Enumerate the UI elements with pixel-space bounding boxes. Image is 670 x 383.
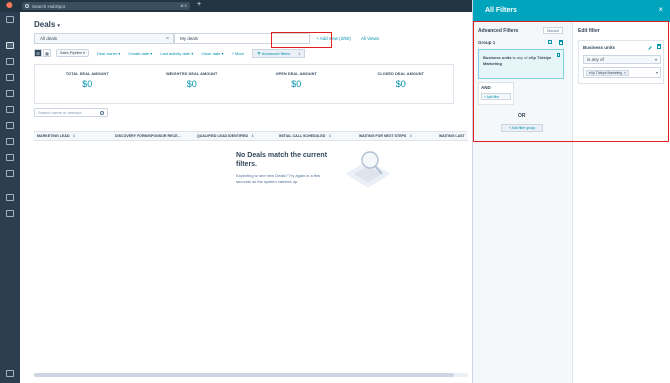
sort-icon[interactable]: ⇕ [73,134,76,138]
add-tab-icon[interactable]: + [197,1,201,8]
column-header[interactable]: WAITING FOR NEXT STEPS ⇕ [356,134,436,138]
search-placeholder: Search HubSpot [32,3,66,9]
board-view-icon[interactable]: ▦ [43,49,51,57]
data-icon[interactable] [6,138,14,145]
column-header[interactable]: DISCOVERY FORM/SPONSOR RECE... [112,134,194,138]
sort-icon[interactable]: ⇕ [409,134,412,138]
table-header: MARKETING LEAD ⇕ DISCOVERY FORM/SPONSOR R… [34,131,468,141]
search-icon [100,110,104,115]
sort-icon[interactable]: ⇕ [251,134,254,138]
sort-icon[interactable]: ⇕ [328,134,331,138]
bookmark-icon[interactable] [6,16,14,23]
more-filters-button[interactable]: + More [231,51,244,56]
main-content: Deals ▾ All deals × My deals + Add view (… [20,12,472,383]
close-icon[interactable]: × [658,5,663,14]
create-date-filter[interactable]: Create date ▾ [128,51,152,56]
all-views-link[interactable]: All Views [361,33,379,44]
summary-open: OPEN DEAL AMOUNT $0 [275,72,317,89]
panel-title: All Filters [485,7,517,14]
pipeline-select[interactable]: Sales Pipeline ▾ [56,49,89,57]
filter-count-badge: 1 [298,50,301,56]
summary-closed: CLOSED DEAL AMOUNT $0 [377,72,425,89]
scrollbar-thumb[interactable] [34,373,454,377]
expand-icon[interactable] [6,370,14,377]
column-header[interactable]: INITIAL CALL SCHEDULED ⇕ [276,134,356,138]
service-icon[interactable] [6,122,14,129]
deal-summary: TOTAL DEAL AMOUNT $0 WEIGHTED DEAL AMOUN… [34,64,454,104]
sales-icon[interactable] [6,90,14,97]
highlight-box [271,32,332,48]
column-header[interactable]: QUALIFIED LEAD IDENTIFIED ⇕ [194,134,276,138]
search-icon [25,4,29,8]
crm-icon[interactable] [6,42,14,49]
horizontal-scrollbar[interactable] [34,373,468,377]
content-icon[interactable] [6,74,14,81]
tab-all-deals[interactable]: All deals × [34,33,174,44]
empty-state-message: Expecting to see new Deals? Try again in… [236,173,321,184]
commerce-icon[interactable] [6,106,14,113]
automation-icon[interactable] [6,154,14,161]
column-header[interactable]: MARKETING LEAD ⇕ [34,134,112,138]
advanced-filters-button[interactable]: ⧩ Advanced filters 1 [252,48,306,58]
filter-bar: ☰ ▦ Sales Pipeline ▾ Deal owner ▾ Create… [34,47,454,59]
global-search-input[interactable]: Search HubSpot ⌘ K [22,2,190,10]
chevron-down-icon: ▾ [57,23,60,29]
empty-state: No Deals match the current filters. Expe… [236,151,336,185]
library-icon[interactable] [6,210,14,217]
reporting-icon[interactable] [6,170,14,177]
left-nav-rail [0,12,20,383]
table-view-icon[interactable]: ☰ [34,49,42,57]
close-icon[interactable]: × [166,36,169,42]
panel-header: All Filters × [473,0,670,22]
highlight-box [473,21,669,142]
marketing-icon[interactable] [6,58,14,65]
page-title[interactable]: Deals ▾ [34,20,60,29]
deal-owner-filter[interactable]: Deal owner ▾ [97,51,120,56]
column-header[interactable]: WAITING LAST [436,134,468,138]
empty-state-title: No Deals match the current filters. [236,152,328,168]
table-search-input[interactable]: Search name or descript [34,108,108,117]
summary-weighted: WEIGHTED DEAL AMOUNT $0 [166,72,218,89]
shortcut-hint: ⌘ K [180,4,187,8]
summary-total: TOTAL DEAL AMOUNT $0 [65,72,109,89]
collapse-arrow-icon[interactable] [6,194,14,201]
hubspot-logo-icon[interactable]: ✺ [6,2,14,10]
magnifying-glass-illustration [346,151,390,188]
close-date-filter[interactable]: Close date ▾ [201,51,223,56]
last-activity-filter[interactable]: Last activity date ▾ [160,51,193,56]
